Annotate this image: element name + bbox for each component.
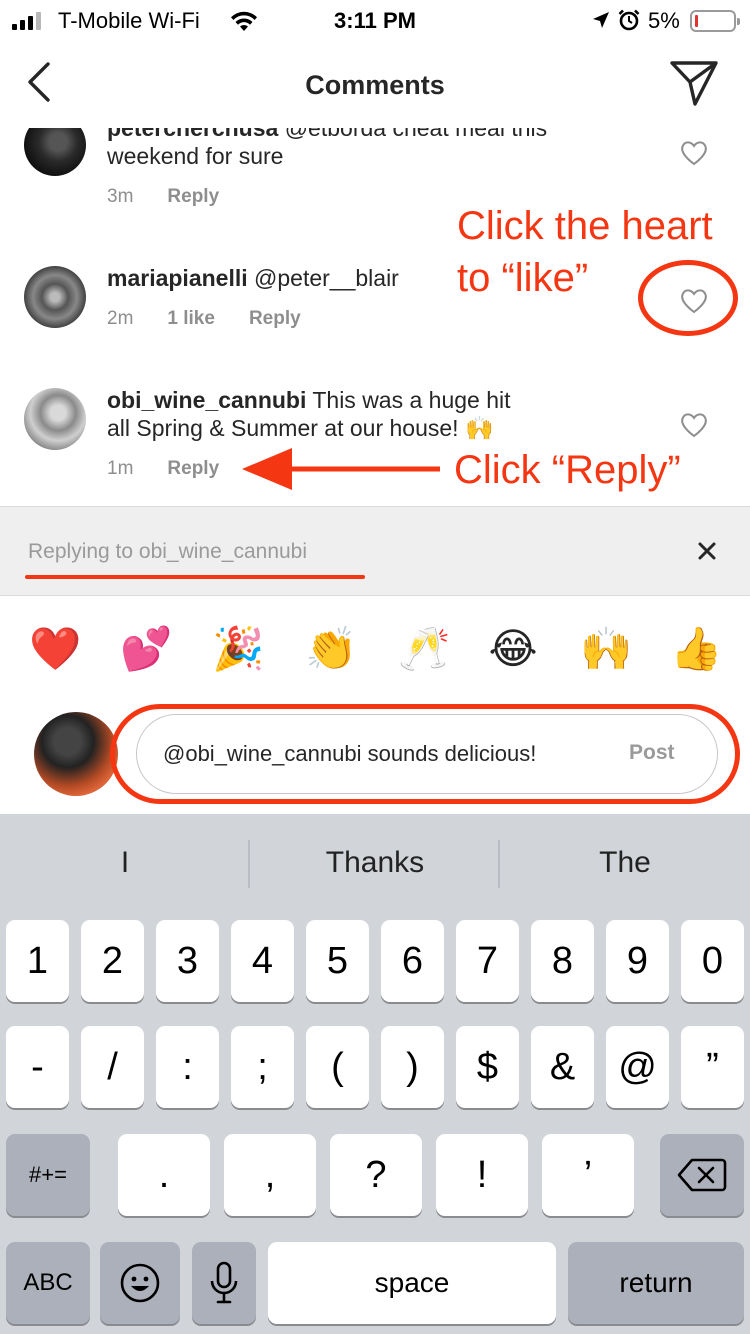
key-hyphen[interactable]: - (6, 1026, 69, 1108)
symbols-switch-key[interactable]: #+= (6, 1134, 90, 1216)
key-4[interactable]: 4 (231, 920, 294, 1002)
key-ampersand[interactable]: & (531, 1026, 594, 1108)
emoji-quick-bar: ❤️ 💕 🎉 👏 🥂 😂 🙌 👍 (0, 598, 750, 698)
emoji-party[interactable]: 🎉 (212, 624, 264, 674)
heart-icon[interactable] (680, 412, 708, 438)
comment-time: 3m (107, 186, 134, 207)
prediction-1[interactable]: I (0, 846, 250, 880)
reply-link[interactable]: Reply (167, 186, 219, 208)
emoji-cheers[interactable]: 🥂 (398, 624, 450, 674)
key-open-paren[interactable]: ( (306, 1026, 369, 1108)
battery-percent: 5% (648, 8, 680, 33)
reply-link[interactable]: Reply (249, 308, 301, 330)
comment-username[interactable]: petercherchusa (107, 128, 278, 141)
space-key[interactable]: space (268, 1242, 556, 1324)
comment-time: 2m (107, 308, 134, 329)
avatar (34, 712, 118, 796)
comment-meta: 3m Reply (107, 186, 219, 208)
comment-meta: 1m Reply (107, 458, 219, 480)
key-3[interactable]: 3 (156, 920, 219, 1002)
prediction-2[interactable]: Thanks (250, 846, 500, 880)
key-6[interactable]: 6 (381, 920, 444, 1002)
comment-item: mariapianelli @peter__blair 2m 1 like Re… (0, 246, 750, 372)
avatar[interactable] (24, 128, 86, 176)
key-question[interactable]: ? (330, 1134, 422, 1216)
key-1[interactable]: 1 (6, 920, 69, 1002)
emoji-heart[interactable]: ❤️ (29, 624, 81, 674)
battery-icon (690, 10, 740, 32)
page-title: Comments (305, 70, 445, 100)
key-8[interactable]: 8 (531, 920, 594, 1002)
annotation-like-line2: to “like” (457, 256, 589, 300)
key-exclamation[interactable]: ! (436, 1134, 528, 1216)
key-semicolon[interactable]: ; (231, 1026, 294, 1108)
comment-time: 1m (107, 458, 134, 479)
microphone-icon (210, 1261, 238, 1304)
heart-icon[interactable] (680, 140, 708, 166)
emoji-raised-hands[interactable]: 🙌 (580, 624, 632, 674)
emoji-thumbs-up[interactable]: 👍 (670, 624, 722, 674)
key-close-paren[interactable]: ) (381, 1026, 444, 1108)
battery-level (695, 15, 698, 27)
comment-composer: @obi_wine_cannubi sounds delicious! Post (0, 698, 750, 814)
alarm-icon (618, 9, 640, 31)
key-7[interactable]: 7 (456, 920, 519, 1002)
comment-text: obi_wine_cannubi This was a huge hit all… (107, 386, 537, 442)
delete-key[interactable] (660, 1134, 744, 1216)
return-key[interactable]: return (568, 1242, 744, 1324)
avatar[interactable] (24, 388, 86, 450)
key-colon[interactable]: : (156, 1026, 219, 1108)
backspace-icon (677, 1158, 727, 1192)
prediction-3[interactable]: The (500, 846, 750, 880)
replying-label: Replying to obi_wine_cannubi (28, 540, 308, 563)
key-dollar[interactable]: $ (456, 1026, 519, 1108)
annotation-like-line1: Click the heart (457, 204, 713, 248)
key-2[interactable]: 2 (81, 920, 144, 1002)
abc-key[interactable]: ABC (6, 1242, 90, 1324)
annotation-reply: Click “Reply” (454, 448, 681, 492)
location-icon (593, 12, 609, 28)
emoji-icon (120, 1263, 160, 1303)
key-comma[interactable]: , (224, 1134, 316, 1216)
replying-bar: Replying to obi_wine_cannubi (0, 506, 750, 596)
key-period[interactable]: . (118, 1134, 210, 1216)
key-0[interactable]: 0 (681, 920, 744, 1002)
paper-plane-icon[interactable] (668, 58, 720, 108)
annotation-heart-circle (638, 260, 738, 336)
key-9[interactable]: 9 (606, 920, 669, 1002)
nav-bar: Comments (0, 40, 750, 128)
reply-link[interactable]: Reply (167, 458, 219, 480)
key-apostrophe[interactable]: ’ (542, 1134, 634, 1216)
key-at[interactable]: @ (606, 1026, 669, 1108)
emoji-key[interactable] (100, 1242, 180, 1324)
status-bar: T-Mobile Wi-Fi 3:11 PM 5% (0, 0, 750, 40)
likes-count[interactable]: 1 like (167, 308, 215, 330)
key-quote[interactable]: ” (681, 1026, 744, 1108)
comment-input[interactable]: @obi_wine_cannubi sounds delicious! Post (136, 714, 718, 794)
comment-meta: 2m 1 like Reply (107, 308, 301, 330)
comment-username[interactable]: mariapianelli (107, 265, 248, 291)
avatar[interactable] (24, 266, 86, 328)
comment-input-value[interactable]: @obi_wine_cannubi sounds delicious! (163, 741, 536, 767)
emoji-laugh[interactable]: 😂 (488, 624, 538, 674)
annotation-underline (25, 575, 365, 579)
comment-username[interactable]: obi_wine_cannubi (107, 387, 306, 413)
close-icon[interactable] (693, 537, 721, 565)
annotation-arrow-icon (242, 448, 440, 490)
mic-key[interactable] (192, 1242, 256, 1324)
emoji-clap[interactable]: 👏 (305, 624, 357, 674)
comment-text: petercherchusa @etborda cheat meal this … (107, 128, 607, 170)
predictive-bar: I Thanks The (0, 814, 750, 914)
key-slash[interactable]: / (81, 1026, 144, 1108)
post-button[interactable]: Post (629, 741, 675, 765)
emoji-two-hearts[interactable]: 💕 (120, 624, 172, 674)
key-5[interactable]: 5 (306, 920, 369, 1002)
comment-body: @peter__blair (247, 265, 399, 291)
keyboard: I Thanks The 1 2 3 4 5 6 7 8 9 0 - / : ;… (0, 814, 750, 1334)
